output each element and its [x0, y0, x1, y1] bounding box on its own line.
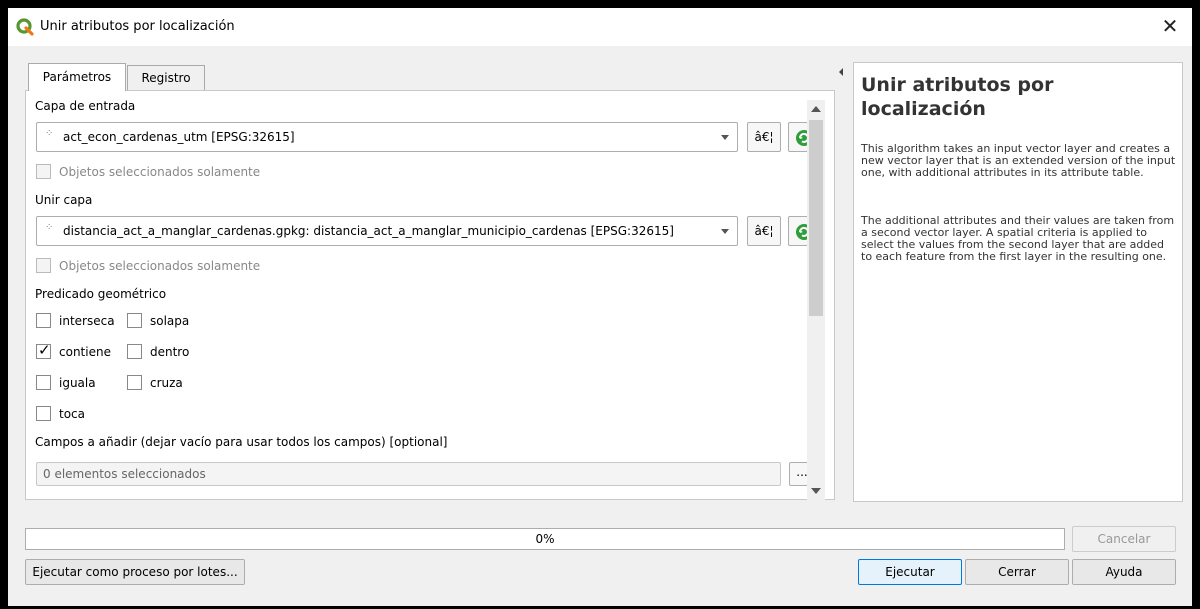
- collapse-arrow-icon[interactable]: [839, 68, 843, 76]
- join-selected-only-label: Objetos seleccionados solamente: [59, 259, 261, 273]
- join-layer-label: Unir capa: [35, 193, 93, 207]
- fields-to-add-value: 0 elementos seleccionados: [43, 467, 206, 481]
- predicate-interseca-label: interseca: [59, 314, 115, 328]
- scroll-thumb[interactable]: [809, 120, 823, 316]
- predicate-solapa-checkbox[interactable]: [127, 313, 142, 328]
- help-title: Unir atributos por localización: [861, 74, 1054, 120]
- join-selected-only-checkbox[interactable]: [36, 258, 51, 273]
- predicate-solapa-label: solapa: [150, 314, 190, 328]
- input-layer-options-button[interactable]: â€¦: [747, 122, 781, 152]
- tab-parametros[interactable]: Parámetros: [28, 63, 126, 91]
- predicate-contiene-checkbox[interactable]: ✓: [36, 341, 51, 359]
- input-layer-value: act_econ_cardenas_utm [EPSG:32615]: [63, 130, 295, 144]
- chevron-down-icon: [721, 135, 729, 140]
- fields-to-add-label: Campos a añadir (dejar vacío para usar t…: [35, 435, 448, 449]
- predicate-toca-checkbox[interactable]: [36, 406, 51, 421]
- run-button[interactable]: Ejecutar: [858, 559, 962, 585]
- scroll-up-icon[interactable]: [811, 106, 821, 112]
- qgis-logo-icon: [16, 18, 34, 36]
- predicate-cruza-checkbox[interactable]: [127, 375, 142, 390]
- chevron-down-icon: [721, 229, 729, 234]
- batch-process-button[interactable]: Ejecutar como proceso por lotes...: [25, 559, 245, 585]
- join-layer-combo[interactable]: ⁘ distancia_act_a_manglar_cardenas.gpkg:…: [36, 216, 738, 246]
- help-paragraph-1: This algorithm takes an input vector lay…: [861, 142, 1176, 179]
- predicate-toca-label: toca: [59, 407, 85, 421]
- help-paragraph-2: The additional attributes and their valu…: [861, 214, 1175, 263]
- parameters-scrollbar[interactable]: [807, 100, 825, 500]
- point-layer-icon: ⁘: [45, 128, 54, 139]
- dialog-window: Unir atributos por localización ✕ Paráme…: [8, 8, 1192, 606]
- predicate-interseca-checkbox[interactable]: [36, 313, 51, 328]
- cancel-button[interactable]: Cancelar: [1072, 526, 1176, 552]
- parameters-panel: Capa de entrada ⁘ act_econ_cardenas_utm …: [25, 90, 835, 500]
- predicate-dentro-label: dentro: [150, 345, 190, 359]
- join-layer-value: distancia_act_a_manglar_cardenas.gpkg: d…: [63, 224, 674, 238]
- fields-to-add-input[interactable]: 0 elementos seleccionados: [36, 462, 781, 486]
- title-bar: Unir atributos por localización ✕: [8, 8, 1192, 46]
- progress-label: 0%: [535, 532, 555, 546]
- predicate-iguala-checkbox[interactable]: [36, 375, 51, 390]
- input-layer-combo[interactable]: ⁘ act_econ_cardenas_utm [EPSG:32615]: [36, 122, 738, 152]
- input-selected-only-label: Objetos seleccionados solamente: [59, 165, 261, 179]
- predicate-dentro-checkbox[interactable]: [127, 344, 142, 359]
- scroll-down-icon[interactable]: [811, 488, 821, 494]
- input-selected-only-checkbox[interactable]: [36, 164, 51, 179]
- predicate-cruza-label: cruza: [150, 376, 183, 390]
- point-layer-icon: ⁘: [45, 222, 54, 233]
- predicate-label: Predicado geométrico: [35, 287, 167, 301]
- predicate-iguala-label: iguala: [59, 376, 96, 390]
- checkmark-icon: ✓: [38, 341, 51, 359]
- progress-bar: 0%: [25, 528, 1065, 550]
- join-layer-options-button[interactable]: â€¦: [747, 216, 781, 246]
- window-title: Unir atributos por localización: [40, 19, 235, 34]
- input-layer-label: Capa de entrada: [35, 99, 136, 113]
- close-dialog-button[interactable]: Cerrar: [965, 559, 1069, 585]
- predicate-contiene-label: contiene: [59, 345, 111, 359]
- help-panel: Unir atributos por localización This alg…: [853, 62, 1183, 502]
- tab-registro[interactable]: Registro: [127, 65, 205, 91]
- close-button[interactable]: ✕: [1158, 14, 1182, 38]
- help-button[interactable]: Ayuda: [1072, 559, 1176, 585]
